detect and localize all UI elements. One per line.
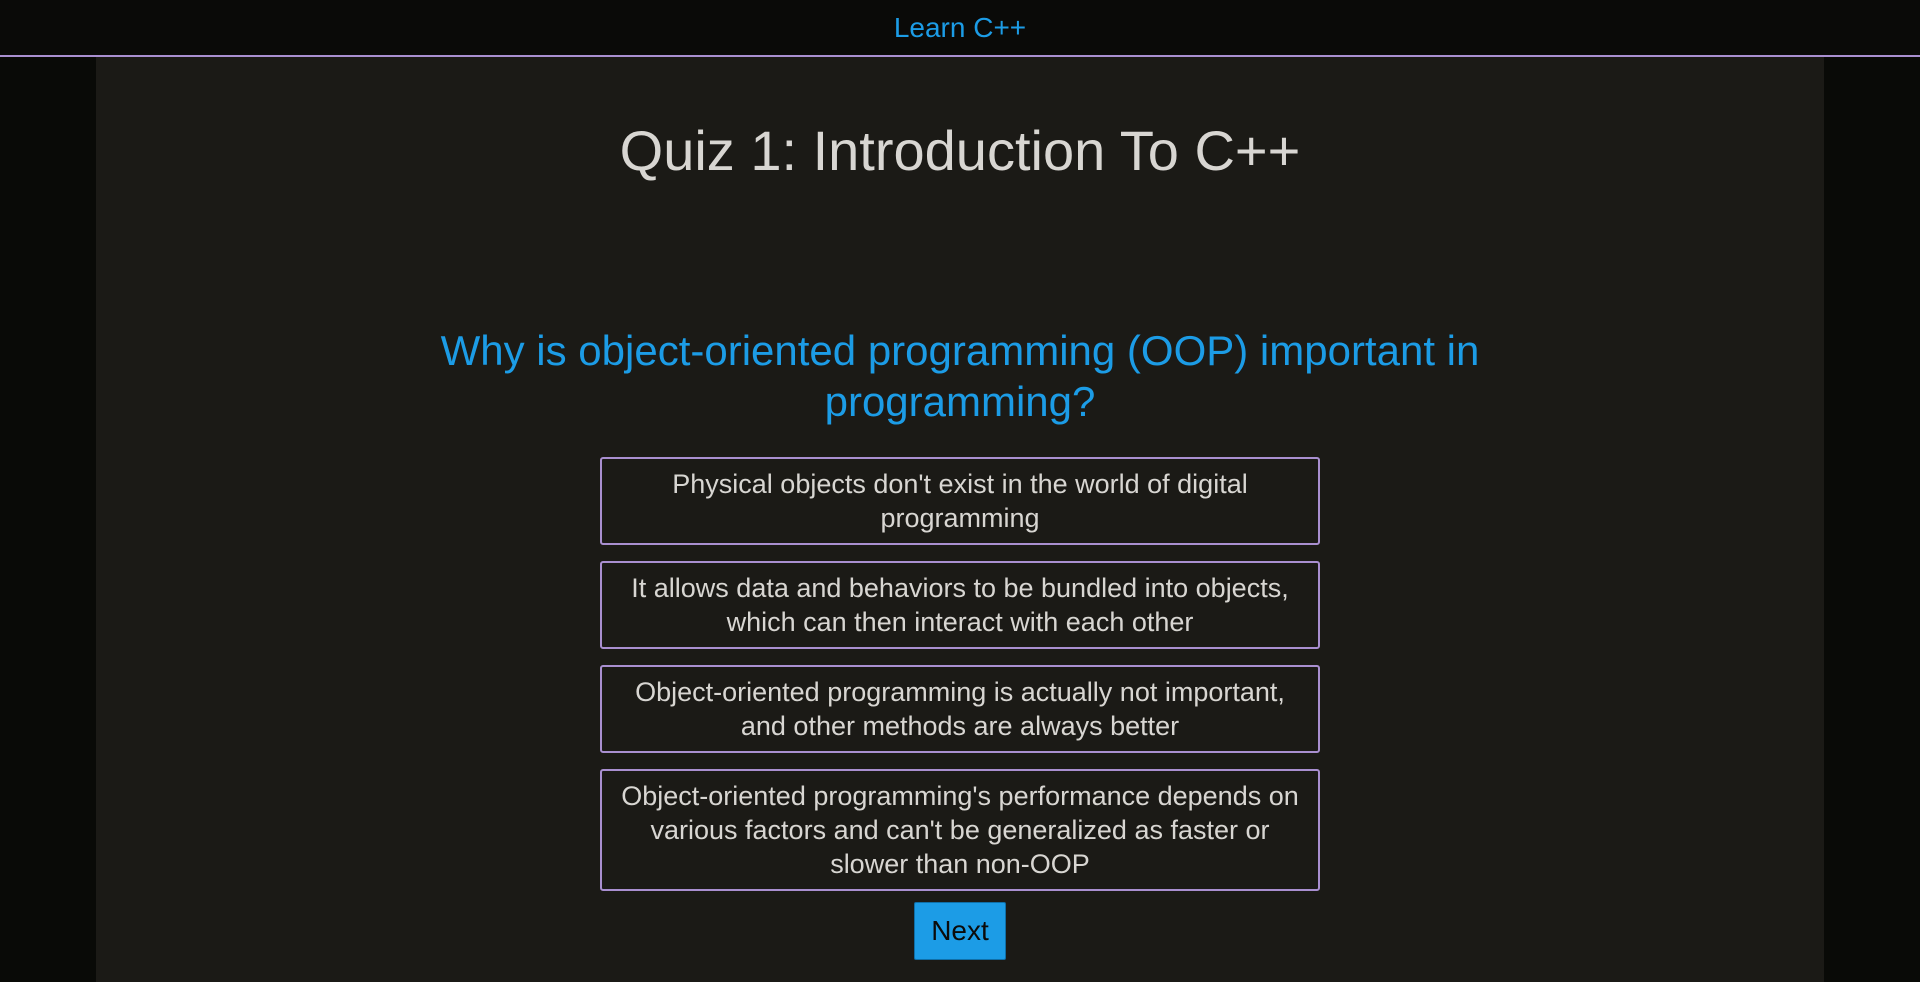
next-button[interactable]: Next	[914, 902, 1006, 960]
answer-list: Physical objects don't exist in the worl…	[600, 457, 1320, 907]
question-text: Why is object-oriented programming (OOP)…	[440, 327, 1480, 425]
answer-option-2[interactable]: It allows data and behaviors to be bundl…	[600, 561, 1320, 649]
answer-option-1[interactable]: Physical objects don't exist in the worl…	[600, 457, 1320, 545]
answer-option-3[interactable]: Object-oriented programming is actually …	[600, 665, 1320, 753]
answer-option-4[interactable]: Object-oriented programming's performanc…	[600, 769, 1320, 891]
brand-link[interactable]: Learn C++	[894, 13, 1026, 42]
quiz-panel: Quiz 1: Introduction To C++ Why is objec…	[96, 57, 1824, 982]
page-title: Quiz 1: Introduction To C++	[619, 119, 1301, 182]
top-navbar: Learn C++	[0, 0, 1920, 57]
